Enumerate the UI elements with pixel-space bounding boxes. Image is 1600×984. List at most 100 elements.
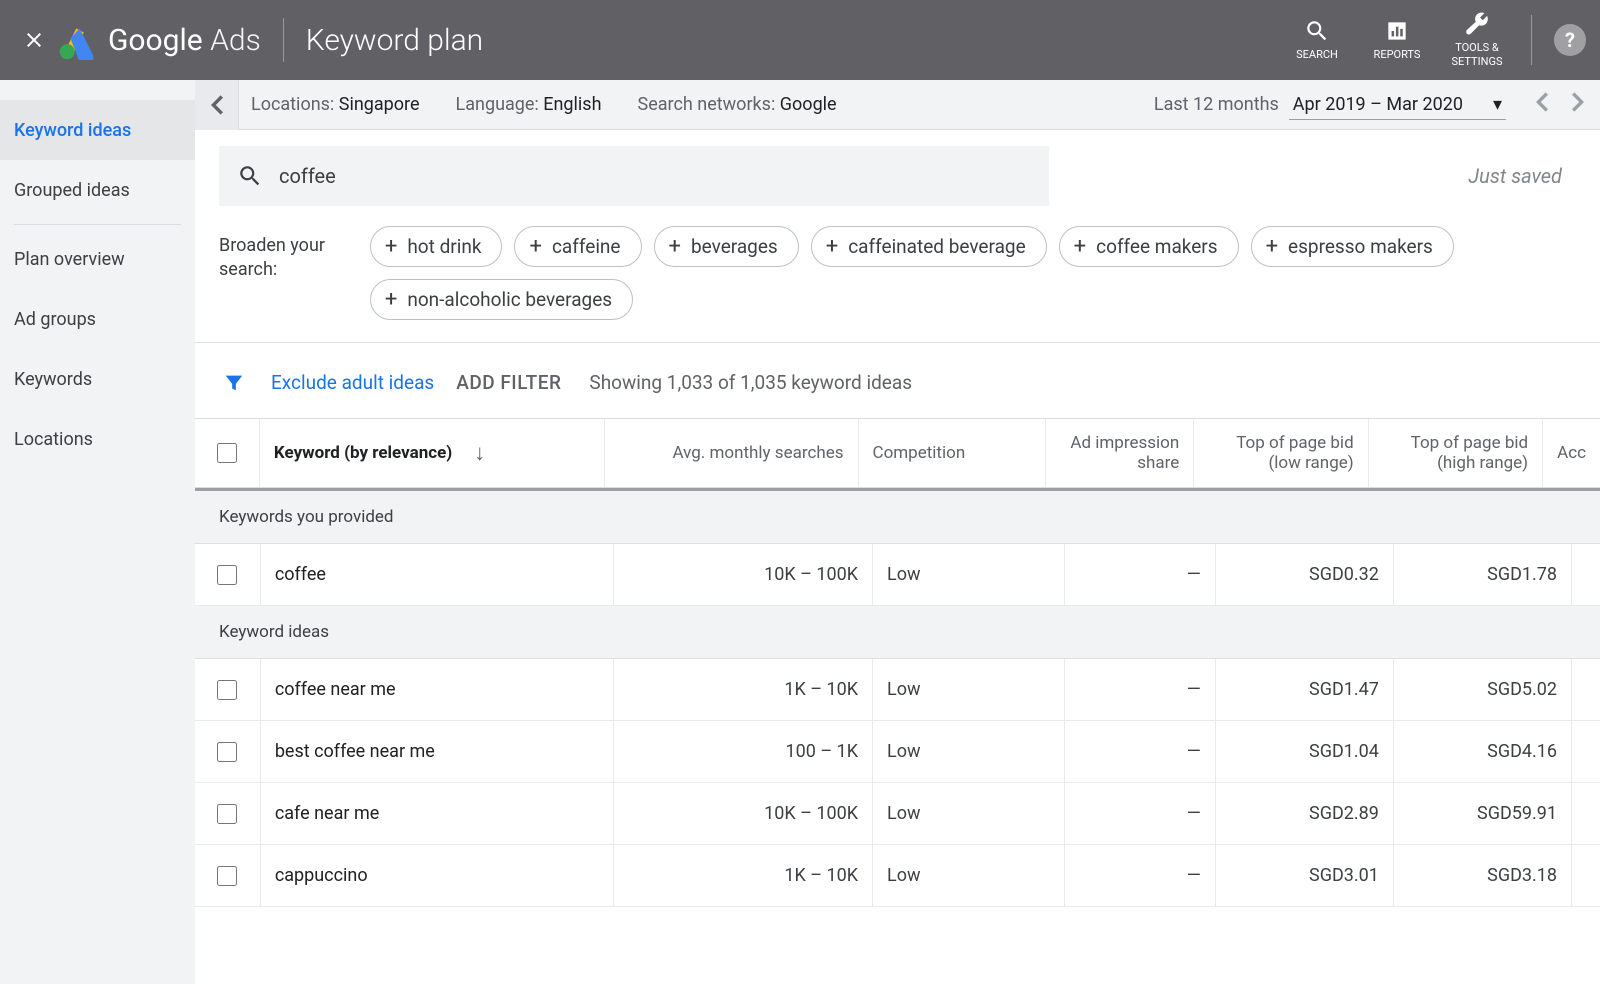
help-button[interactable]: ? [1554, 24, 1586, 56]
cell-avg: 1K – 10K [614, 845, 873, 906]
sidebar-item-grouped-ideas[interactable]: Grouped ideas [0, 160, 195, 220]
col-competition[interactable]: Competition [859, 419, 1047, 487]
add-filter-button[interactable]: ADD FILTER [456, 371, 561, 394]
col-impression-share[interactable]: Ad impression share [1046, 419, 1194, 487]
cell-bid-high: SGD5.02 [1394, 659, 1572, 720]
plus-icon: + [669, 238, 681, 256]
broaden-chip[interactable]: +beverages [654, 226, 799, 267]
tools-settings[interactable]: TOOLS & SETTINGS [1437, 11, 1517, 69]
chevron-left-icon [211, 95, 223, 115]
divider [283, 18, 284, 62]
table-row: coffee10K – 100KLow—SGD0.32SGD1.78 [195, 544, 1600, 606]
chevron-right-icon [1572, 92, 1584, 112]
broaden-chip[interactable]: +non-alcoholic beverages [370, 279, 633, 320]
broaden-chip[interactable]: +caffeinated beverage [811, 226, 1047, 267]
cell-avg: 10K – 100K [614, 783, 873, 844]
broaden-chip[interactable]: +caffeine [514, 226, 641, 267]
context-language[interactable]: Language: English [456, 94, 602, 115]
col-bid-high[interactable]: Top of page bid (high range) [1369, 419, 1543, 487]
search-query: coffee [279, 164, 336, 188]
cell-bid-low: SGD1.47 [1216, 659, 1394, 720]
main-content: Locations: Singapore Language: English S… [195, 80, 1600, 984]
cell-bid-high: SGD3.18 [1394, 845, 1572, 906]
col-keyword[interactable]: Keyword (by relevance)↓ [260, 419, 605, 487]
broaden-chip[interactable]: +coffee makers [1059, 226, 1239, 267]
prev-period-button[interactable] [1536, 92, 1548, 117]
cell-competition: Low [873, 544, 1065, 605]
cell-bid-low: SGD2.89 [1216, 783, 1394, 844]
search-input[interactable]: coffee [219, 146, 1049, 206]
row-checkbox[interactable] [217, 680, 237, 700]
cell-competition: Low [873, 721, 1065, 782]
row-checkbox[interactable] [217, 804, 237, 824]
chevron-left-icon [1536, 92, 1548, 112]
table-row: best coffee near me100 – 1KLow—SGD1.04SG… [195, 721, 1600, 783]
plus-icon: + [1074, 238, 1086, 256]
cell-account [1572, 783, 1600, 844]
cell-bid-high: SGD4.16 [1394, 721, 1572, 782]
plus-icon: + [529, 238, 541, 256]
col-bid-low[interactable]: Top of page bid (low range) [1194, 419, 1368, 487]
reports-icon [1384, 18, 1410, 44]
cell-bid-low: SGD3.01 [1216, 845, 1394, 906]
cell-impression: — [1065, 845, 1216, 906]
cell-keyword: coffee near me [261, 659, 614, 720]
chevron-down-icon: ▾ [1493, 94, 1502, 115]
results-count: Showing 1,033 of 1,035 keyword ideas [589, 371, 912, 394]
table-row: cafe near me10K – 100KLow—SGD2.89SGD59.9… [195, 783, 1600, 845]
section-ideas: Keyword ideas [195, 606, 1600, 659]
col-account[interactable]: Acc [1543, 419, 1600, 487]
date-range-label: Last 12 months [1154, 94, 1279, 115]
col-avg-searches[interactable]: Avg. monthly searches [605, 419, 858, 487]
row-checkbox[interactable] [217, 742, 237, 762]
collapse-button[interactable] [195, 80, 239, 130]
sidebar-item-keywords[interactable]: Keywords [0, 349, 195, 409]
sidebar-item-keyword-ideas[interactable]: Keyword ideas [0, 100, 195, 160]
plus-icon: + [826, 238, 838, 256]
cell-keyword: cafe near me [261, 783, 614, 844]
google-ads-logo [58, 20, 98, 60]
cell-avg: 10K – 100K [614, 544, 873, 605]
next-period-button[interactable] [1572, 92, 1584, 117]
row-checkbox[interactable] [217, 565, 237, 585]
context-networks[interactable]: Search networks: Google [638, 94, 837, 115]
exclude-adult-link[interactable]: Exclude adult ideas [271, 371, 434, 394]
broaden-chip[interactable]: +hot drink [370, 226, 503, 267]
cell-bid-high: SGD59.91 [1394, 783, 1572, 844]
cell-impression: — [1065, 783, 1216, 844]
table-header: Keyword (by relevance)↓ Avg. monthly sea… [195, 419, 1600, 488]
sidebar-item-locations[interactable]: Locations [0, 409, 195, 469]
broaden-search: Broaden your search: +hot drink+caffeine… [195, 206, 1600, 343]
context-bar: Locations: Singapore Language: English S… [195, 80, 1600, 130]
cell-impression: — [1065, 721, 1216, 782]
filter-bar: Exclude adult ideas ADD FILTER Showing 1… [195, 343, 1600, 418]
plus-icon: + [385, 238, 397, 256]
cell-bid-low: SGD0.32 [1216, 544, 1394, 605]
date-range-picker[interactable]: Apr 2019 – Mar 2020 ▾ [1289, 90, 1506, 120]
save-status: Just saved [1468, 164, 1576, 188]
filter-icon[interactable] [223, 372, 245, 394]
close-button[interactable] [14, 28, 54, 52]
page-title: Keyword plan [306, 23, 483, 58]
app-header: Google Ads Keyword plan SEARCH REPORTS T… [0, 0, 1600, 80]
wrench-icon [1464, 11, 1490, 37]
cell-account [1572, 845, 1600, 906]
table-row: cappuccino1K – 10KLow—SGD3.01SGD3.18 [195, 845, 1600, 907]
search-tool[interactable]: SEARCH [1277, 18, 1357, 62]
cell-competition: Low [873, 845, 1065, 906]
search-icon [1304, 18, 1330, 44]
cell-impression: — [1065, 544, 1216, 605]
cell-account [1572, 659, 1600, 720]
reports-tool[interactable]: REPORTS [1357, 18, 1437, 62]
sidebar-item-ad-groups[interactable]: Ad groups [0, 289, 195, 349]
divider [14, 224, 181, 225]
broaden-chip[interactable]: +espresso makers [1251, 226, 1454, 267]
section-provided: Keywords you provided [195, 491, 1600, 544]
row-checkbox[interactable] [217, 866, 237, 886]
context-locations[interactable]: Locations: Singapore [251, 94, 420, 115]
select-all-checkbox[interactable] [217, 443, 237, 463]
sidebar-item-plan-overview[interactable]: Plan overview [0, 229, 195, 289]
cell-account [1572, 721, 1600, 782]
cell-keyword: best coffee near me [261, 721, 614, 782]
cell-impression: — [1065, 659, 1216, 720]
